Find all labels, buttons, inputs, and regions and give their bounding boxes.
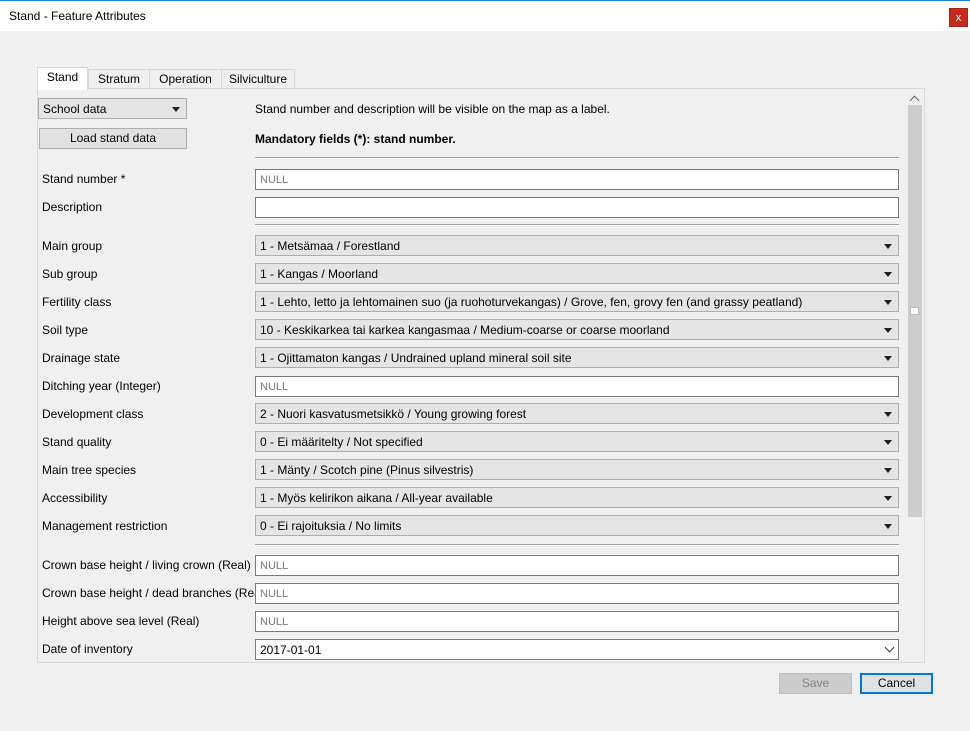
load-stand-data-button[interactable]: Load stand data	[39, 128, 187, 149]
description-label: Description	[42, 200, 103, 214]
main-group-label: Main group	[42, 239, 103, 253]
date-of-inventory-value: 2017-01-01	[260, 643, 322, 657]
description-input[interactable]	[255, 197, 899, 218]
crown-base-living-input[interactable]: NULL	[255, 555, 899, 576]
soil-type-select[interactable]: 10 - Keskikarkea tai karkea kangasmaa / …	[255, 319, 899, 340]
mandatory-fields-text: Mandatory fields (*): stand number.	[255, 132, 456, 146]
tab-operation[interactable]: Operation	[149, 69, 222, 89]
date-of-inventory-label: Date of inventory	[42, 642, 133, 656]
stand-number-input[interactable]: NULL	[255, 169, 899, 190]
ditching-year-input[interactable]: NULL	[255, 376, 899, 397]
dropdown-arrow-icon	[172, 107, 180, 112]
development-class-select[interactable]: 2 - Nuori kasvatusmetsikkö / Young growi…	[255, 403, 899, 424]
window-title: Stand - Feature Attributes	[9, 9, 146, 23]
scrollbar-grip-icon	[910, 307, 919, 315]
divider	[255, 157, 899, 159]
tab-stand[interactable]: Stand	[37, 67, 88, 90]
height-above-sea-placeholder: NULL	[260, 616, 289, 628]
divider	[255, 224, 899, 226]
sub-group-select[interactable]: 1 - Kangas / Moorland	[255, 263, 899, 284]
drainage-state-value: 1 - Ojittamaton kangas / Undrained uplan…	[260, 351, 572, 365]
development-class-value: 2 - Nuori kasvatusmetsikkö / Young growi…	[260, 407, 527, 421]
main-tree-species-select[interactable]: 1 - Mänty / Scotch pine (Pinus silvestri…	[255, 459, 899, 480]
dropdown-arrow-icon	[884, 244, 892, 249]
dropdown-arrow-icon	[884, 412, 892, 417]
soil-type-label: Soil type	[42, 323, 89, 337]
stand-quality-select[interactable]: 0 - Ei määritelty / Not specified	[255, 431, 899, 452]
main-group-value: 1 - Metsämaa / Forestland	[260, 239, 401, 253]
management-restriction-label: Management restriction	[42, 519, 168, 533]
divider	[255, 544, 899, 546]
main-group-select[interactable]: 1 - Metsämaa / Forestland	[255, 235, 899, 256]
dropdown-arrow-icon	[884, 272, 892, 277]
stand-number-placeholder: NULL	[260, 174, 289, 186]
sub-group-label: Sub group	[42, 267, 98, 281]
school-data-value: School data	[43, 102, 107, 116]
close-button[interactable]: x	[949, 8, 968, 27]
fertility-class-select[interactable]: 1 - Lehto, letto ja lehtomainen suo (ja …	[255, 291, 899, 312]
school-data-select[interactable]: School data	[38, 98, 187, 119]
dropdown-arrow-icon	[884, 328, 892, 333]
dropdown-arrow-icon	[884, 468, 892, 473]
dropdown-arrow-icon	[884, 356, 892, 361]
management-restriction-value: 0 - Ei rajoituksia / No limits	[260, 519, 402, 533]
sub-group-value: 1 - Kangas / Moorland	[260, 267, 379, 281]
stand-quality-value: 0 - Ei määritelty / Not specified	[260, 435, 423, 449]
crown-base-dead-placeholder: NULL	[260, 588, 289, 600]
accessibility-value: 1 - Myös kelirikon aikana / All-year ava…	[260, 491, 493, 505]
management-restriction-select[interactable]: 0 - Ei rajoituksia / No limits	[255, 515, 899, 536]
development-class-label: Development class	[42, 407, 144, 421]
accessibility-select[interactable]: 1 - Myös kelirikon aikana / All-year ava…	[255, 487, 899, 508]
ditching-year-placeholder: NULL	[260, 381, 289, 393]
soil-type-value: 10 - Keskikarkea tai karkea kangasmaa / …	[260, 323, 670, 337]
dropdown-arrow-icon	[884, 524, 892, 529]
fertility-class-label: Fertility class	[42, 295, 112, 309]
stand-number-label: Stand number *	[42, 172, 126, 186]
crown-base-living-placeholder: NULL	[260, 560, 289, 572]
dropdown-arrow-icon	[884, 300, 892, 305]
drainage-state-select[interactable]: 1 - Ojittamaton kangas / Undrained uplan…	[255, 347, 899, 368]
tab-silviculture[interactable]: Silviculture	[221, 69, 295, 89]
fertility-class-value: 1 - Lehto, letto ja lehtomainen suo (ja …	[260, 295, 803, 309]
label-hint-text: Stand number and description will be vis…	[255, 102, 610, 116]
dropdown-arrow-icon	[884, 496, 892, 501]
accessibility-label: Accessibility	[42, 491, 108, 505]
main-tree-species-value: 1 - Mänty / Scotch pine (Pinus silvestri…	[260, 463, 474, 477]
chevron-down-icon	[884, 642, 895, 653]
title-bar: Stand - Feature Attributes x	[0, 0, 970, 31]
main-tree-species-label: Main tree species	[42, 463, 137, 477]
drainage-state-label: Drainage state	[42, 351, 121, 365]
ditching-year-label: Ditching year (Integer)	[42, 379, 161, 393]
height-above-sea-input[interactable]: NULL	[255, 611, 899, 632]
stand-quality-label: Stand quality	[42, 435, 112, 449]
save-button[interactable]: Save	[779, 673, 852, 694]
crown-base-dead-input[interactable]: NULL	[255, 583, 899, 604]
date-of-inventory-input[interactable]: 2017-01-01	[255, 639, 899, 660]
dropdown-arrow-icon	[884, 440, 892, 445]
tab-stratum[interactable]: Stratum	[88, 69, 150, 89]
crown-base-living-label: Crown base height / living crown (Real)	[42, 558, 251, 572]
crown-base-dead-label: Crown base height / dead branches (Real)	[42, 586, 268, 600]
height-above-sea-label: Height above sea level (Real)	[42, 614, 200, 628]
cancel-button[interactable]: Cancel	[860, 673, 933, 694]
